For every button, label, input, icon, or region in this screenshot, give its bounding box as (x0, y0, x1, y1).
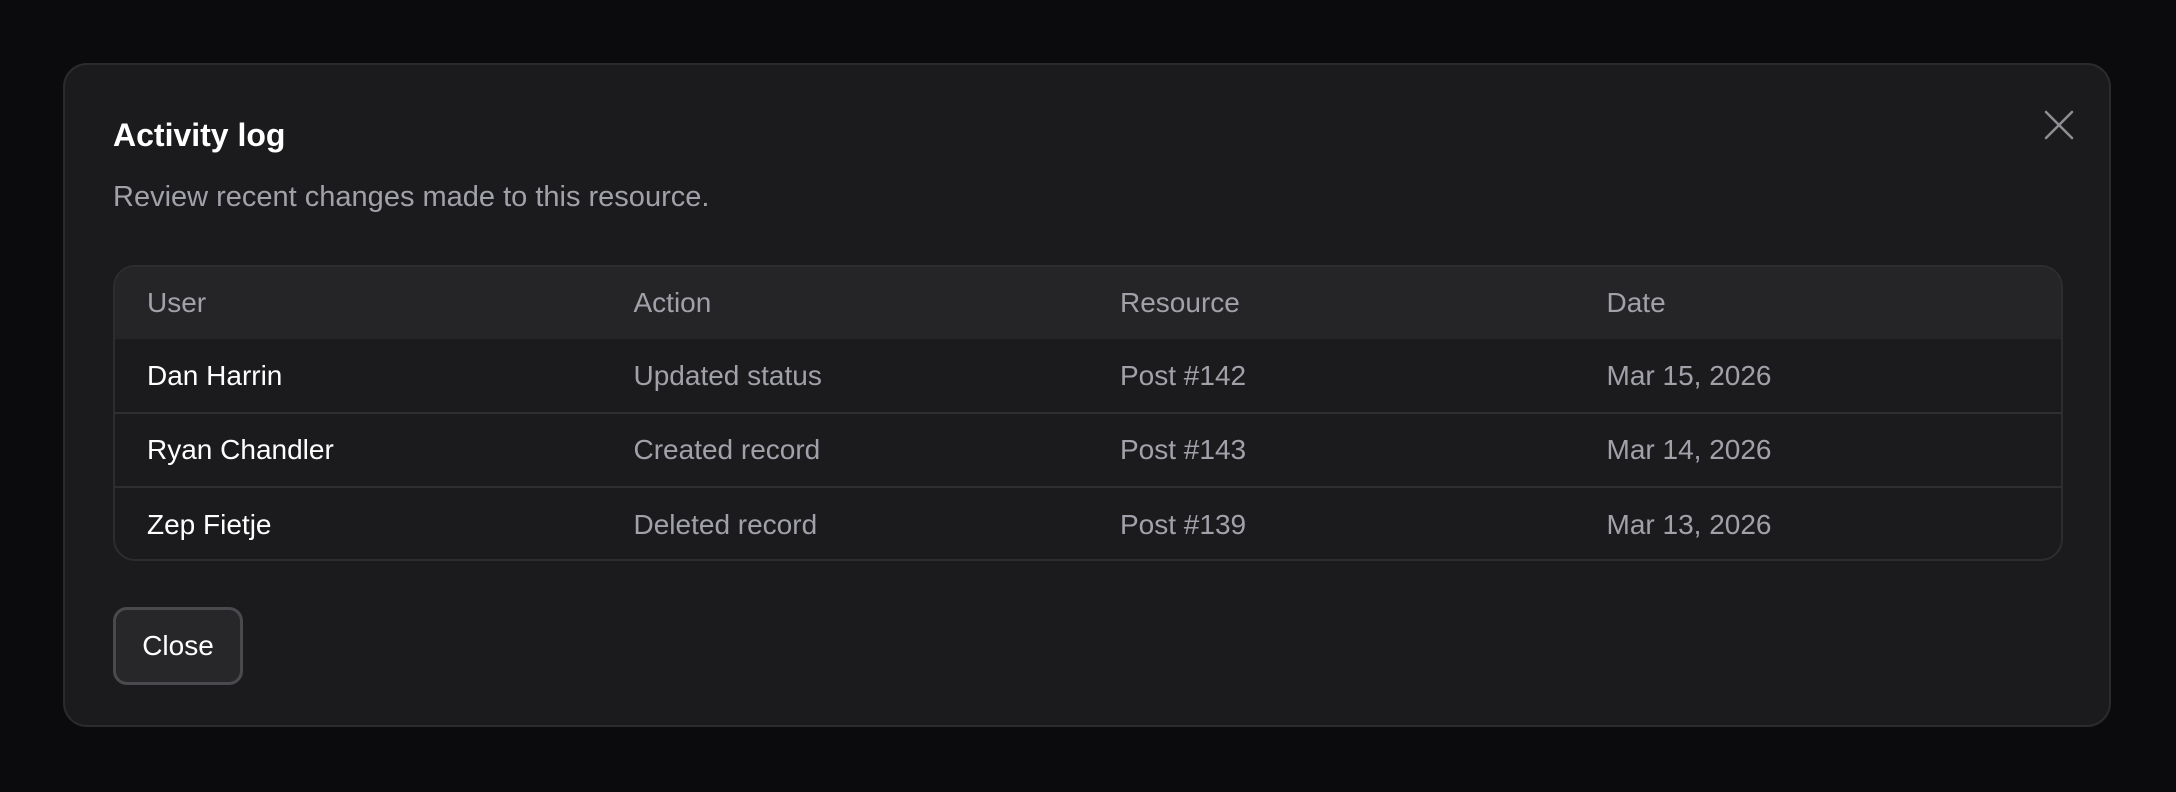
cell-user: Zep Fietje (147, 508, 272, 540)
column-header-date: Date (1606, 287, 1666, 318)
cell-date: Mar 15, 2026 (1606, 359, 1772, 391)
table-header-row: User Action Resource Date (115, 267, 2061, 339)
modal-title: Activity log (113, 117, 286, 153)
cell-action: Deleted record (633, 508, 818, 540)
column-header-action: Action (633, 287, 712, 318)
cell-user: Ryan Chandler (147, 434, 334, 465)
activity-table: User Action Resource Date Dan Harrin Upd… (115, 267, 2061, 559)
column-header-resource: Resource (1120, 287, 1240, 318)
cell-action: Updated status (633, 359, 822, 391)
close-icon (2044, 110, 2074, 140)
close-button[interactable]: Close (113, 607, 243, 685)
table-row: Ryan Chandler Created record Post #143 M… (115, 413, 2061, 487)
close-icon-button[interactable] (2035, 101, 2083, 149)
cell-date: Mar 14, 2026 (1606, 434, 1772, 465)
cell-resource: Post #139 (1120, 508, 1247, 540)
cell-date: Mar 13, 2026 (1606, 508, 1772, 540)
table-row: Zep Fietje Deleted record Post #139 Mar … (115, 487, 2061, 559)
cell-action: Created record (633, 434, 821, 465)
cell-resource: Post #143 (1120, 434, 1247, 465)
cell-user: Dan Harrin (147, 359, 283, 391)
activity-log-modal: Activity log Review recent changes made … (63, 63, 2111, 727)
table-row: Dan Harrin Updated status Post #142 Mar … (115, 339, 2061, 413)
cell-resource: Post #142 (1120, 359, 1247, 391)
activity-table-container: User Action Resource Date Dan Harrin Upd… (113, 265, 2063, 561)
column-header-user: User (147, 287, 207, 318)
modal-description: Review recent changes made to this resou… (113, 181, 710, 213)
